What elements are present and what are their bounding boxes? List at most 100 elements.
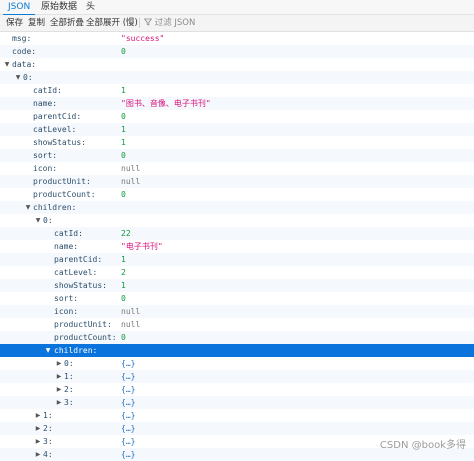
- tree-row-data[interactable]: ▼ data:: [0, 58, 474, 71]
- tree-value: {…}: [121, 424, 136, 433]
- tree-row-item-0[interactable]: ▼ 0:: [0, 71, 474, 84]
- tab-headers[interactable]: 头: [81, 0, 100, 14]
- tree-row-name[interactable]: name: "电子书刊": [0, 240, 474, 253]
- tree-row-children-selected[interactable]: ▼ children:: [0, 344, 474, 357]
- tab-json[interactable]: JSON: [3, 0, 36, 16]
- tree-key: name:: [54, 242, 79, 251]
- tree-key: 2:: [64, 385, 74, 394]
- tree-row-icon[interactable]: icon: null: [0, 305, 474, 318]
- triangle-down-icon[interactable]: ▼: [44, 344, 52, 357]
- tree-row-name[interactable]: name: "图书、音像、电子书刊": [0, 97, 474, 110]
- tree-row-productcount[interactable]: productCount: 0: [0, 331, 474, 344]
- tree-value: 0: [121, 112, 126, 121]
- tree-row-parentcid[interactable]: parentCid: 1: [0, 253, 474, 266]
- tree-value: {…}: [121, 411, 136, 420]
- tree-row-sibling[interactable]: ▶ 2: {…}: [0, 422, 474, 435]
- tree-row-grandchild[interactable]: ▶ 0: {…}: [0, 357, 474, 370]
- triangle-down-icon[interactable]: ▼: [24, 201, 32, 214]
- triangle-right-icon[interactable]: ▶: [55, 396, 63, 409]
- tree-value: "图书、音像、电子书刊": [121, 99, 211, 108]
- tree-row-icon[interactable]: icon: null: [0, 162, 474, 175]
- tree-key: icon:: [33, 164, 58, 173]
- tree-row-child-0[interactable]: ▼ 0:: [0, 214, 474, 227]
- tree-value: 1: [121, 125, 126, 134]
- tree-value: 0: [121, 294, 126, 303]
- collapse-all-button[interactable]: 全部折叠: [50, 15, 84, 31]
- tree-value: 0: [121, 151, 126, 160]
- tree-value: 22: [121, 229, 131, 238]
- triangle-right-icon[interactable]: ▶: [34, 409, 42, 422]
- tree-key: 0:: [64, 359, 74, 368]
- tree-row-catlevel[interactable]: catLevel: 1: [0, 123, 474, 136]
- expand-all-button[interactable]: 全部展开 (慢): [86, 15, 138, 31]
- save-button[interactable]: 保存: [6, 15, 23, 31]
- filter-json-input[interactable]: 过滤 JSON: [143, 15, 196, 31]
- tree-value: "success": [121, 34, 165, 43]
- tree-key: showStatus:: [54, 281, 107, 290]
- triangle-down-icon[interactable]: ▼: [3, 58, 11, 71]
- triangle-right-icon[interactable]: ▶: [55, 370, 63, 383]
- tree-key: catId:: [54, 229, 83, 238]
- tree-key: productCount:: [54, 333, 117, 342]
- triangle-right-icon[interactable]: ▶: [34, 448, 42, 461]
- tree-key: showStatus:: [33, 138, 86, 147]
- tree-row-catid[interactable]: catId: 1: [0, 84, 474, 97]
- funnel-icon: [143, 18, 155, 28]
- tree-key: code:: [12, 47, 37, 56]
- tree-key: msg:: [12, 34, 32, 43]
- tree-key: 0:: [23, 73, 33, 82]
- tree-row-showstatus[interactable]: showStatus: 1: [0, 136, 474, 149]
- tab-raw-data[interactable]: 原始数据: [36, 0, 82, 14]
- triangle-right-icon[interactable]: ▶: [55, 357, 63, 370]
- tree-row-msg[interactable]: msg: "success": [0, 32, 474, 45]
- tree-row-catid[interactable]: catId: 22: [0, 227, 474, 240]
- tree-key: 3:: [64, 398, 74, 407]
- tree-row-sibling[interactable]: ▶ 1: {…}: [0, 409, 474, 422]
- tree-key: 3:: [43, 437, 53, 446]
- tree-row-grandchild[interactable]: ▶ 2: {…}: [0, 383, 474, 396]
- tree-key: productUnit:: [33, 177, 91, 186]
- filter-placeholder: 过滤 JSON: [154, 18, 196, 28]
- tree-row-productunit[interactable]: productUnit: null: [0, 318, 474, 331]
- tree-key: parentCid:: [54, 255, 103, 264]
- tree-row-sort[interactable]: sort: 0: [0, 292, 474, 305]
- tree-row-code[interactable]: code: 0: [0, 45, 474, 58]
- tree-row-grandchild[interactable]: ▶ 1: {…}: [0, 370, 474, 383]
- tree-row-grandchild[interactable]: ▶ 3: {…}: [0, 396, 474, 409]
- copy-button[interactable]: 复制: [28, 15, 45, 31]
- tree-key: catLevel:: [54, 268, 98, 277]
- tree-value: "电子书刊": [121, 242, 163, 251]
- tree-key: productCount:: [33, 190, 96, 199]
- watermark: CSDN @book多得: [379, 440, 466, 451]
- tree-row-productunit[interactable]: productUnit: null: [0, 175, 474, 188]
- tree-row-productcount[interactable]: productCount: 0: [0, 188, 474, 201]
- tree-value: 0: [121, 47, 126, 56]
- tree-key: parentCid:: [33, 112, 82, 121]
- toolbar-divider: [139, 18, 140, 28]
- tree-value: 0: [121, 190, 126, 199]
- tree-key: catId:: [33, 86, 62, 95]
- triangle-right-icon[interactable]: ▶: [34, 435, 42, 448]
- tree-value: null: [121, 164, 141, 173]
- tree-value: 2: [121, 268, 126, 277]
- triangle-down-icon[interactable]: ▼: [34, 214, 42, 227]
- tree-row-parentcid[interactable]: parentCid: 0: [0, 110, 474, 123]
- triangle-right-icon[interactable]: ▶: [55, 383, 63, 396]
- tree-key: productUnit:: [54, 320, 112, 329]
- tree-row-sort[interactable]: sort: 0: [0, 149, 474, 162]
- tree-row-showstatus[interactable]: showStatus: 1: [0, 279, 474, 292]
- tree-key: data:: [12, 60, 37, 69]
- viewer-tabs: JSON 原始数据 头: [0, 0, 474, 16]
- tree-value: null: [121, 307, 141, 316]
- tree-value: 1: [121, 255, 126, 264]
- tree-row-children[interactable]: ▼ children:: [0, 201, 474, 214]
- tree-key: name:: [33, 99, 58, 108]
- tree-value: {…}: [121, 372, 136, 381]
- tree-key: icon:: [54, 307, 79, 316]
- tree-key: 2:: [43, 424, 53, 433]
- tree-key: children:: [33, 203, 77, 212]
- triangle-right-icon[interactable]: ▶: [34, 422, 42, 435]
- tree-value: {…}: [121, 437, 136, 446]
- triangle-down-icon[interactable]: ▼: [14, 71, 22, 84]
- tree-row-catlevel[interactable]: catLevel: 2: [0, 266, 474, 279]
